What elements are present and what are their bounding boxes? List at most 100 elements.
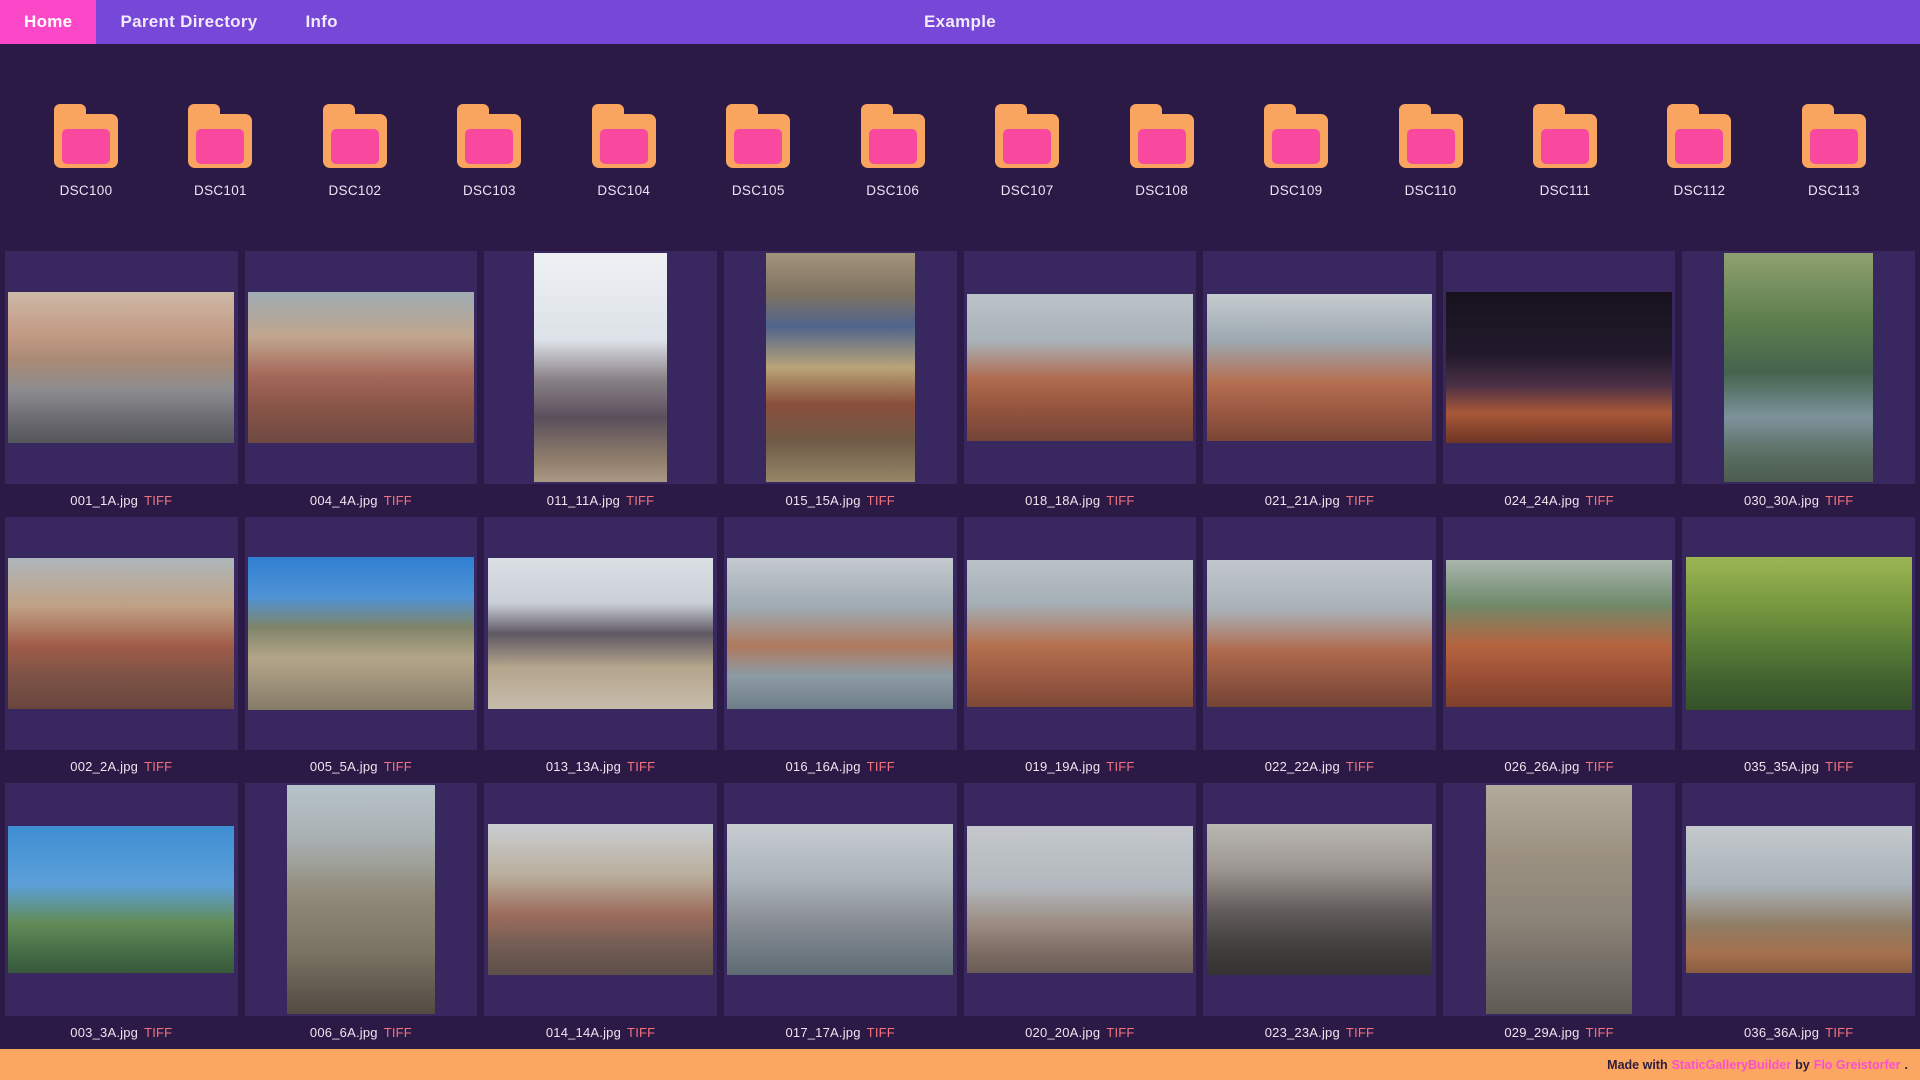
- filename-label: 017_17A.jpg: [785, 1025, 860, 1040]
- tiff-tag[interactable]: TIFF: [627, 759, 655, 774]
- thumbnail-021_21A[interactable]: [1203, 251, 1436, 484]
- folder-dsc111[interactable]: DSC111: [1517, 104, 1613, 251]
- tiff-tag[interactable]: TIFF: [1825, 493, 1853, 508]
- static-gallery-builder-link[interactable]: StaticGalleryBuilder: [1672, 1058, 1792, 1072]
- tiff-tag[interactable]: TIFF: [384, 493, 412, 508]
- folder-dsc103[interactable]: DSC103: [441, 104, 537, 251]
- filename-label: 016_16A.jpg: [785, 759, 860, 774]
- thumbnail-003_3A[interactable]: [5, 783, 238, 1016]
- thumbnail-017_17A[interactable]: [724, 783, 957, 1016]
- tiff-tag[interactable]: TIFF: [627, 1025, 655, 1040]
- tiff-tag[interactable]: TIFF: [144, 1025, 172, 1040]
- thumbnail-035_35A[interactable]: [1682, 517, 1915, 750]
- tiff-tag[interactable]: TIFF: [1106, 493, 1134, 508]
- filename-label: 036_36A.jpg: [1744, 1025, 1819, 1040]
- thumbnail-018_18A[interactable]: [964, 251, 1197, 484]
- thumbnail-020_20A[interactable]: [964, 783, 1197, 1016]
- tiff-tag[interactable]: TIFF: [1825, 1025, 1853, 1040]
- folder-icon: [182, 104, 258, 168]
- folder-label: DSC110: [1405, 183, 1457, 198]
- tiff-tag[interactable]: TIFF: [867, 1025, 895, 1040]
- folder-label: DSC111: [1540, 183, 1591, 198]
- gallery-cell: 035_35A.jpgTIFF: [1682, 517, 1915, 783]
- folder-dsc104[interactable]: DSC104: [576, 104, 672, 251]
- folder-label: DSC100: [60, 183, 113, 198]
- tiff-tag[interactable]: TIFF: [1106, 759, 1134, 774]
- folder-dsc109[interactable]: DSC109: [1248, 104, 1344, 251]
- tiff-tag[interactable]: TIFF: [867, 759, 895, 774]
- thumbnail-002_2A[interactable]: [5, 517, 238, 750]
- thumbnail-004_4A[interactable]: [245, 251, 478, 484]
- folder-icon: [1796, 104, 1872, 168]
- gallery-cell: 003_3A.jpg TIFF: [5, 783, 238, 1049]
- gallery-row: 003_3A.jpgTIFF006_6A.jpgTIFF014_14A.jpgT…: [5, 783, 1915, 1049]
- folder-label: DSC107: [1001, 183, 1054, 198]
- tiff-tag[interactable]: TIFF: [1586, 493, 1614, 508]
- thumbnail-caption: 022_22A.jpgTIFF: [1203, 750, 1436, 783]
- thumbnail-024_24A[interactable]: [1443, 251, 1676, 484]
- filename-label: 021_21A.jpg: [1265, 493, 1340, 508]
- folder-dsc113[interactable]: DSC113: [1786, 104, 1882, 251]
- gallery-cell: 014_14A.jpgTIFF: [484, 783, 717, 1049]
- folder-dsc102[interactable]: DSC102: [307, 104, 403, 251]
- tiff-tag[interactable]: TIFF: [626, 493, 654, 508]
- nav-item-home[interactable]: Home: [0, 0, 96, 44]
- gallery-cell: 022_22A.jpgTIFF: [1203, 517, 1436, 783]
- tiff-tag[interactable]: TIFF: [384, 1025, 412, 1040]
- thumbnail-022_22A[interactable]: [1203, 517, 1436, 750]
- folder-dsc107[interactable]: DSC107: [979, 104, 1075, 251]
- thumbnail-016_16A[interactable]: [724, 517, 957, 750]
- filename-label: 011_11A.jpg: [547, 493, 620, 508]
- thumbnail-026_26A[interactable]: [1443, 517, 1676, 750]
- gallery-cell: 029_29A.jpgTIFF: [1443, 783, 1676, 1049]
- folder-dsc108[interactable]: DSC108: [1114, 104, 1210, 251]
- tiff-tag[interactable]: TIFF: [1346, 1025, 1374, 1040]
- folder-dsc112[interactable]: DSC112: [1651, 104, 1747, 251]
- tiff-tag[interactable]: TIFF: [1586, 1025, 1614, 1040]
- folder-strip: DSC100 DSC101 DSC102 DSC103 DSC104 DSC105 DSC1…: [0, 44, 1920, 251]
- thumbnail-023_23A[interactable]: [1203, 783, 1436, 1016]
- folder-dsc105[interactable]: DSC105: [710, 104, 806, 251]
- thumbnail-015_15A[interactable]: [724, 251, 957, 484]
- gallery-cell: 006_6A.jpgTIFF: [245, 783, 478, 1049]
- thumbnail-029_29A[interactable]: [1443, 783, 1676, 1016]
- author-link[interactable]: Flo Greistorfer: [1814, 1058, 1901, 1072]
- tiff-tag[interactable]: TIFF: [384, 759, 412, 774]
- nav-item-info[interactable]: Info: [282, 0, 362, 44]
- thumbnail-030_30A[interactable]: [1682, 251, 1915, 484]
- folder-dsc101[interactable]: DSC101: [172, 104, 268, 251]
- filename-label: 003_3A.jpg: [70, 1025, 138, 1040]
- thumbnail-013_13A[interactable]: [484, 517, 717, 750]
- gallery-cell: 001_1A.jpgTIFF: [5, 251, 238, 517]
- tiff-tag[interactable]: TIFF: [867, 493, 895, 508]
- folder-icon: [720, 104, 796, 168]
- tiff-tag[interactable]: TIFF: [144, 493, 172, 508]
- tiff-tag[interactable]: TIFF: [1346, 759, 1374, 774]
- thumbnail-011_11A[interactable]: [484, 251, 717, 484]
- thumbnail-caption: 017_17A.jpg TIFF: [724, 1016, 957, 1049]
- tiff-tag[interactable]: TIFF: [1825, 759, 1853, 774]
- thumbnail-014_14A[interactable]: [484, 783, 717, 1016]
- nav-item-parent-directory[interactable]: Parent Directory: [96, 0, 281, 44]
- photo-old-town-square: [488, 824, 714, 975]
- thumbnail-001_1A[interactable]: [5, 251, 238, 484]
- tiff-tag[interactable]: TIFF: [1106, 1025, 1134, 1040]
- photo-tree-over-river: [1724, 253, 1873, 481]
- tiff-tag[interactable]: TIFF: [1346, 493, 1374, 508]
- thumbnail-005_5A[interactable]: [245, 517, 478, 750]
- thumbnail-006_6A[interactable]: [245, 783, 478, 1016]
- thumbnail-caption: 018_18A.jpgTIFF: [964, 484, 1197, 517]
- filename-label: 002_2A.jpg: [70, 759, 138, 774]
- gallery-row: 002_2A.jpgTIFF005_5A.jpgTIFF013_13A.jpgT…: [5, 517, 1915, 783]
- thumbnail-019_19A[interactable]: [964, 517, 1197, 750]
- folder-dsc100[interactable]: DSC100: [38, 104, 134, 251]
- thumbnail-caption: 016_16A.jpg TIFF: [724, 750, 957, 783]
- folder-dsc110[interactable]: DSC110: [1383, 104, 1479, 251]
- tiff-tag[interactable]: TIFF: [144, 759, 172, 774]
- folder-dsc106[interactable]: DSC106: [845, 104, 941, 251]
- top-navbar: HomeParent DirectoryInfo Example: [0, 0, 1920, 44]
- photo-town-rooftops: [248, 292, 474, 443]
- thumbnail-036_36A[interactable]: [1682, 783, 1915, 1016]
- thumbnail-caption: 023_23A.jpgTIFF: [1203, 1016, 1436, 1049]
- tiff-tag[interactable]: TIFF: [1586, 759, 1614, 774]
